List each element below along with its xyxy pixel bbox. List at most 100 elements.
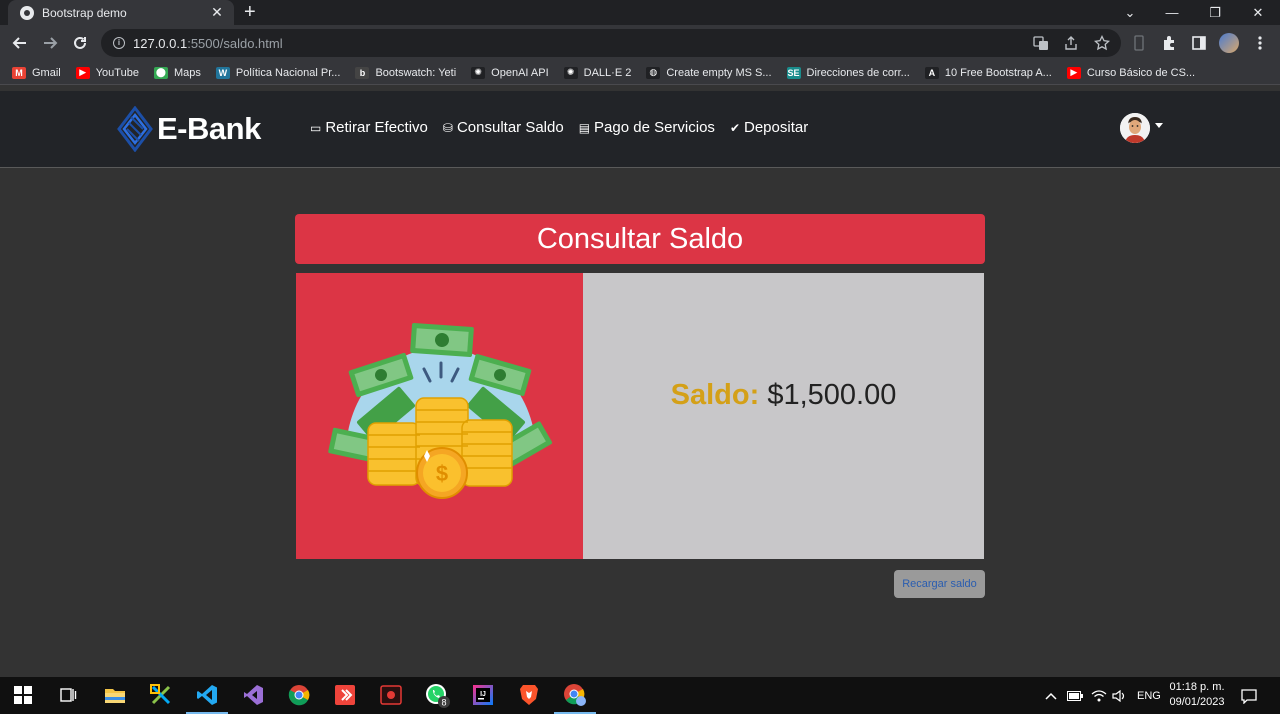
app-navbar: E-Bank ▭ Retirar Efectivo ⛁ Consultar Sa… xyxy=(0,91,1280,168)
ebank-diamond-logo-icon xyxy=(117,106,153,152)
bookmark-label: Create empty MS S... xyxy=(666,66,772,79)
tray-overflow-chevron-icon[interactable] xyxy=(1045,677,1057,714)
kebab-menu-icon[interactable] xyxy=(1248,31,1272,55)
tab-title: Bootstrap demo xyxy=(42,5,127,20)
close-window-button[interactable]: ✕ xyxy=(1236,0,1280,25)
nav-link-retirar-efectivo[interactable]: ▭ Retirar Efectivo xyxy=(310,119,428,136)
brand-name: E-Bank xyxy=(157,111,261,146)
nav-link-pago-de-servicios[interactable]: ▤ Pago de Servicios xyxy=(579,119,715,136)
file-explorer-icon[interactable] xyxy=(102,682,128,708)
forward-arrow-icon[interactable] xyxy=(38,31,62,55)
openai-icon: ✺ xyxy=(471,66,486,79)
notifications-icon[interactable] xyxy=(1241,677,1257,714)
svg-text:$: $ xyxy=(436,461,448,486)
nav-link-label: Consultar Saldo xyxy=(456,119,564,136)
brand-logo[interactable]: E-Bank xyxy=(117,106,261,152)
nav-links: ▭ Retirar Efectivo ⛁ Consultar Saldo ▤ P… xyxy=(310,119,823,136)
bookmark-item[interactable]: A 10 Free Bootstrap A... xyxy=(924,66,1052,79)
volume-icon[interactable] xyxy=(1112,677,1128,714)
user-dropdown-caret-icon[interactable] xyxy=(1155,123,1163,128)
restore-button[interactable]: ❐ xyxy=(1193,0,1237,25)
browser-toolbar: i 127.0.0.1:5500/saldo.html xyxy=(0,25,1280,61)
bootswatch-icon: b xyxy=(355,66,370,79)
coins-icon: ⛁ xyxy=(442,120,453,135)
brave-browser-icon[interactable] xyxy=(516,682,542,708)
reload-balance-button[interactable]: Recargar saldo xyxy=(894,570,985,598)
browser-tab[interactable]: Bootstrap demo ✕ xyxy=(8,0,234,25)
reload-icon[interactable] xyxy=(68,31,92,55)
snipping-tool-icon[interactable] xyxy=(148,682,174,708)
globe-icon: ◍ xyxy=(646,66,661,79)
back-arrow-icon[interactable] xyxy=(8,31,32,55)
url-path: :5500/saldo.html xyxy=(187,35,283,51)
profile-avatar-icon[interactable] xyxy=(1217,31,1241,55)
whatsapp-icon[interactable]: 8 xyxy=(424,682,450,708)
address-bar[interactable]: i 127.0.0.1:5500/saldo.html xyxy=(101,29,1121,57)
money-coins-illustration-icon: $ xyxy=(328,323,553,499)
bookmark-label: Direcciones de corr... xyxy=(806,66,910,79)
openai-icon: ✺ xyxy=(563,66,578,79)
visual-studio-icon[interactable] xyxy=(240,682,266,708)
bookmark-label: Curso Básico de CS... xyxy=(1086,66,1196,79)
system-clock[interactable]: 01:18 p. m. 09/01/2023 xyxy=(1164,680,1230,710)
share-icon[interactable] xyxy=(1063,29,1079,57)
chrome-icon[interactable] xyxy=(286,682,312,708)
a-icon: A xyxy=(924,66,939,79)
money-illustration: $ xyxy=(296,273,583,559)
bookmark-label: Gmail xyxy=(32,66,61,79)
minimize-button[interactable]: — xyxy=(1150,0,1194,25)
bookmark-item[interactable]: SE Direcciones de corr... xyxy=(786,66,910,79)
bookmark-label: YouTube xyxy=(95,66,139,79)
whatsapp-badge: 8 xyxy=(441,698,446,708)
nav-link-depositar[interactable]: ✔ Depositar xyxy=(730,119,808,136)
nav-link-label: Pago de Servicios xyxy=(594,119,715,136)
screen-recorder-icon[interactable] xyxy=(378,682,404,708)
bookmark-item[interactable]: ✺ OpenAI API xyxy=(471,66,549,79)
receipt-icon: ▤ xyxy=(578,120,591,135)
tab-search-icon[interactable]: ⌄ xyxy=(1108,0,1152,25)
vscode-icon[interactable] xyxy=(186,682,228,714)
language-indicator[interactable]: ENG xyxy=(1137,677,1161,714)
bookmark-star-icon[interactable] xyxy=(1094,29,1110,57)
bookmark-label: DALL·E 2 xyxy=(583,66,632,79)
bookmark-item[interactable]: W Política Nacional Pr... xyxy=(215,66,341,79)
bookmarks-bar: M Gmail ▶ YouTube ⬤ Maps W Política Nacional Pr… xyxy=(0,61,1280,85)
site-icon: SE xyxy=(786,66,801,79)
windows-start-icon[interactable] xyxy=(10,682,36,708)
youtube-icon: ▶ xyxy=(75,66,90,79)
task-view-icon[interactable] xyxy=(55,682,81,708)
nav-link-consultar-saldo[interactable]: ⛁ Consultar Saldo xyxy=(443,119,564,136)
balance-card: $ Saldo: $1,500.00 xyxy=(296,273,984,559)
anydesk-icon[interactable] xyxy=(332,682,358,708)
youtube-icon: ▶ xyxy=(1066,66,1081,79)
extensions-puzzle-icon[interactable] xyxy=(1157,31,1181,55)
bookmark-item[interactable]: ⬤ Maps xyxy=(153,66,201,79)
page-title: Consultar Saldo xyxy=(295,214,985,264)
site-info-icon[interactable]: i xyxy=(113,37,125,49)
side-panel-icon[interactable] xyxy=(1187,31,1211,55)
bookmark-item[interactable]: ✺ DALL·E 2 xyxy=(563,66,632,79)
intellij-icon[interactable]: IJ xyxy=(470,682,496,708)
clock-date: 09/01/2023 xyxy=(1169,696,1225,708)
bookmark-item[interactable]: ▶ Curso Básico de CS... xyxy=(1066,66,1196,79)
wifi-icon[interactable] xyxy=(1091,677,1107,714)
user-avatar[interactable] xyxy=(1120,113,1150,143)
maps-icon: ⬤ xyxy=(153,66,168,79)
balance-value: $1,500.00 xyxy=(767,379,897,411)
bookmark-item[interactable]: ◍ Create empty MS S... xyxy=(646,66,772,79)
battery-icon[interactable] xyxy=(1067,677,1083,714)
tab-close-icon[interactable]: ✕ xyxy=(210,4,224,21)
bookmark-label: Bootswatch: Yeti xyxy=(375,66,457,79)
translate-icon[interactable] xyxy=(1033,29,1049,57)
bookmark-item[interactable]: b Bootswatch: Yeti xyxy=(355,66,457,79)
windows-taskbar: 8 IJ ENG 01:18 p. m. 09/01/2023 xyxy=(0,677,1280,714)
bookmark-label: Política Nacional Pr... xyxy=(235,66,341,79)
browser-tab-strip: Bootstrap demo ✕ + ⌄ — ❐ ✕ xyxy=(0,0,1280,25)
chrome-profile-icon[interactable] xyxy=(554,682,596,714)
bookmark-item[interactable]: M Gmail xyxy=(12,66,61,79)
bookmark-label: OpenAI API xyxy=(491,66,549,79)
cast-icon[interactable] xyxy=(1127,31,1151,55)
url-host: 127.0.0.1 xyxy=(133,35,188,51)
bookmark-item[interactable]: ▶ YouTube xyxy=(75,66,139,79)
new-tab-button[interactable]: + xyxy=(244,1,256,23)
